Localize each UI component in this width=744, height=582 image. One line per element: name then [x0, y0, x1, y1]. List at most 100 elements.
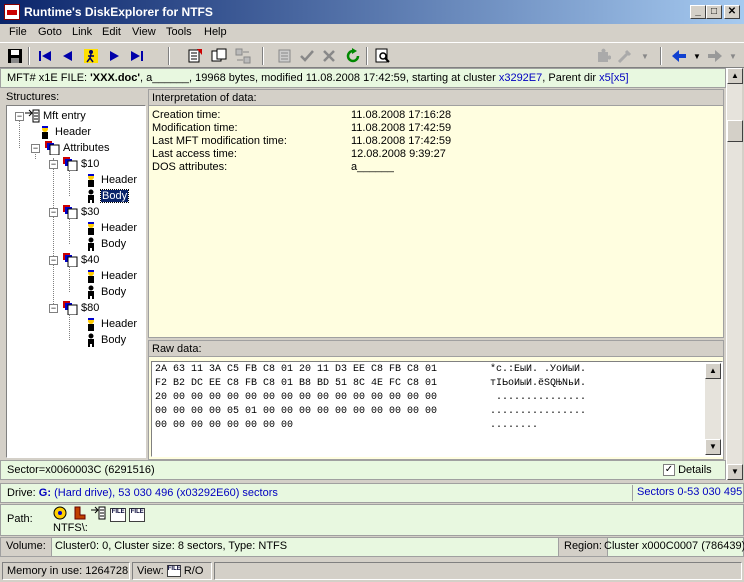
hex-line[interactable]: 2A 63 11 3A C5 FB C8 01 20 11 D3 EE C8 F…: [155, 364, 437, 375]
find-icon[interactable]: [374, 47, 392, 65]
tree-attr-40-header[interactable]: Header: [83, 269, 137, 283]
file-view-icon: FILE: [166, 565, 181, 578]
first-icon[interactable]: [36, 47, 54, 65]
ascii-line[interactable]: ...............: [490, 392, 586, 403]
expand-attr-80[interactable]: −: [49, 304, 58, 313]
tree-attr-30-body[interactable]: Body: [83, 237, 126, 251]
raw-data-scrollbar[interactable]: ▲ ▼: [705, 363, 721, 455]
menu-edit[interactable]: Edit: [102, 26, 121, 38]
region-value: Cluster x000C0007 (786439): [604, 540, 744, 552]
bookmark-icon[interactable]: [186, 47, 204, 65]
file-record-icon[interactable]: FILE: [129, 507, 146, 522]
hex-line[interactable]: 00 00 00 00 05 01 00 00 00 00 00 00 00 0…: [155, 406, 437, 417]
mft-entry-icon[interactable]: [91, 506, 107, 523]
raw-data-panel: Raw data: 2A 63 11 3A C5 FB C8 01 20 11 …: [148, 340, 724, 460]
expand-attributes[interactable]: −: [31, 144, 40, 153]
structures-tree[interactable]: − Mft entry Header − Attributes − $10 He…: [6, 105, 146, 458]
check-icon[interactable]: ✓: [663, 464, 675, 477]
compare-icon[interactable]: [234, 47, 252, 65]
parent-link[interactable]: x5[x5]: [599, 72, 628, 84]
hex-line[interactable]: 00 00 00 00 00 00 00 00: [155, 420, 293, 431]
menu-tools[interactable]: Tools: [166, 26, 192, 38]
view-mode: R/O: [183, 565, 204, 577]
mft-info-bar: MFT# x1E FILE: 'XXX.doc', a______, 19968…: [0, 68, 726, 88]
forward-dropdown-icon[interactable]: ▼: [724, 47, 742, 65]
drive-info: (Hard drive), 53 030 496 (x03292E60) sec…: [54, 487, 278, 499]
back-dropdown-icon[interactable]: ▼: [688, 47, 706, 65]
tree-attr-30-header[interactable]: Header: [83, 221, 137, 235]
mft-modification-time-label: Last MFT modification time:: [152, 135, 287, 147]
raw-scroll-down-button[interactable]: ▼: [705, 439, 721, 455]
scroll-up-button[interactable]: ▲: [727, 68, 743, 84]
ascii-line[interactable]: ........: [490, 420, 538, 431]
previous-icon[interactable]: [58, 47, 76, 65]
ascii-line[interactable]: *c.:ЕыИ. .УоИыИ.: [490, 364, 586, 375]
path-label: Path:: [7, 513, 33, 525]
body-icon: [83, 237, 99, 251]
tree-attr-30[interactable]: $30: [63, 205, 99, 220]
hex-line[interactable]: F2 B2 DC EE C8 FB C8 01 B8 BD 51 8C 4E F…: [155, 378, 437, 389]
tree-header[interactable]: Header: [37, 125, 91, 139]
expand-attr-40[interactable]: −: [49, 256, 58, 265]
refresh-icon[interactable]: [344, 47, 362, 65]
hex-line[interactable]: 20 00 00 00 00 00 00 00 00 00 00 00 00 0…: [155, 392, 437, 403]
last-icon[interactable]: [128, 47, 146, 65]
puzzle-icon[interactable]: [594, 47, 612, 65]
status-message: [214, 562, 742, 580]
menu-link[interactable]: Link: [72, 26, 92, 38]
details-checkbox[interactable]: ✓ Details: [663, 464, 712, 477]
file-record-icon[interactable]: FILE: [110, 507, 127, 522]
menu-goto[interactable]: Goto: [38, 26, 62, 38]
tree-attr-80-header[interactable]: Header: [83, 317, 137, 331]
raw-data-view[interactable]: 2A 63 11 3A C5 FB C8 01 20 11 D3 EE C8 F…: [151, 361, 723, 457]
last-access-time-value: 12.08.2008 9:39:27: [351, 148, 446, 160]
expand-mft-entry[interactable]: −: [15, 112, 24, 121]
creation-time-label: Creation time:: [152, 109, 221, 121]
scroll-thumb[interactable]: [727, 120, 743, 142]
tree-attributes[interactable]: Attributes: [45, 141, 109, 156]
check-icon[interactable]: [298, 47, 316, 65]
tree-attr-80[interactable]: $80: [63, 301, 99, 316]
drive-letter[interactable]: G:: [39, 487, 51, 499]
walk-icon[interactable]: [82, 47, 100, 65]
tools-dropdown-icon[interactable]: ▼: [636, 47, 654, 65]
save-icon[interactable]: [6, 47, 24, 65]
raw-scroll-up-button[interactable]: ▲: [705, 363, 721, 379]
cluster-link[interactable]: x3292E7: [499, 72, 542, 84]
tree-attr-80-body[interactable]: Body: [83, 333, 126, 347]
body-icon: [83, 333, 99, 347]
tree-attr-10-body[interactable]: Body: [83, 188, 130, 203]
close-button[interactable]: ✕: [724, 5, 740, 19]
tree-attr-10[interactable]: $10: [63, 157, 99, 172]
tree-attr-40-body[interactable]: Body: [83, 285, 126, 299]
tools-icon[interactable]: [616, 47, 634, 65]
expand-attr-30[interactable]: −: [49, 208, 58, 217]
forward-icon[interactable]: [706, 47, 724, 65]
back-icon[interactable]: [670, 47, 688, 65]
tree-attr-10-header[interactable]: Header: [83, 173, 137, 187]
ascii-line[interactable]: тІЬоИыИ.ёЅQЊNьИ.: [490, 378, 586, 389]
boot-icon[interactable]: [72, 506, 88, 523]
main-scrollbar[interactable]: ▲ ▼: [726, 68, 743, 480]
tree-mft-entry[interactable]: Mft entry: [25, 109, 86, 123]
disk-icon[interactable]: [53, 506, 69, 523]
tree-attr-40[interactable]: $40: [63, 253, 99, 268]
maximize-button[interactable]: □: [706, 5, 722, 19]
menu-help[interactable]: Help: [204, 26, 227, 38]
menu-bar: File Goto Link Edit View Tools Help: [0, 24, 744, 42]
edit-icon[interactable]: [276, 47, 294, 65]
interpretation-header: Interpretation of data:: [149, 90, 723, 106]
menu-view[interactable]: View: [132, 26, 156, 38]
attribute-icon: [63, 301, 79, 316]
ascii-line[interactable]: ................: [490, 406, 586, 417]
scroll-down-button[interactable]: ▼: [727, 464, 743, 480]
attribute-icon: [63, 157, 79, 172]
menu-file[interactable]: File: [9, 26, 27, 38]
cancel-icon[interactable]: [320, 47, 338, 65]
minimize-button[interactable]: _: [690, 5, 706, 19]
sector-bar: Sector=x0060003C (6291516) ✓ Details: [0, 460, 726, 480]
expand-attr-10[interactable]: −: [49, 160, 58, 169]
person-icon: [83, 269, 99, 283]
next-icon[interactable]: [106, 47, 124, 65]
copy-icon[interactable]: [210, 47, 228, 65]
